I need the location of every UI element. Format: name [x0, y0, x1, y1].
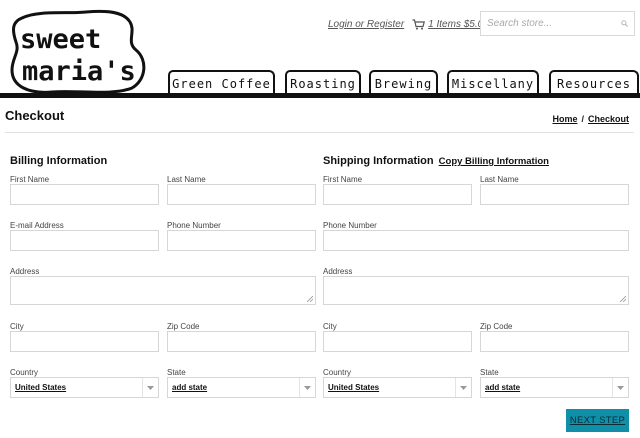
breadcrumb-current[interactable]: Checkout [588, 114, 629, 124]
shipping-last-name-field[interactable] [480, 184, 629, 205]
billing-address-textarea[interactable] [10, 276, 316, 305]
billing-zip-label: Zip Code [167, 322, 200, 331]
billing-last-name-label: Last Name [167, 175, 206, 184]
shipping-phone-input[interactable] [324, 231, 628, 250]
breadcrumb-separator: / [581, 114, 584, 124]
logo-blob: sweet maria's [10, 9, 146, 94]
shipping-first-name-label: First Name [323, 175, 363, 184]
shipping-zip-input[interactable] [481, 332, 628, 351]
chevron-down-icon [460, 385, 467, 390]
billing-city-input[interactable] [11, 332, 158, 351]
chevron-down-icon [304, 385, 311, 390]
page-title: Checkout [5, 108, 65, 123]
shipping-city-field[interactable] [323, 331, 472, 352]
billing-first-name-input[interactable] [11, 185, 158, 204]
billing-city-label: City [10, 322, 24, 331]
nav-tab-green-coffee[interactable]: Green Coffee [168, 70, 275, 94]
billing-state-label: State [167, 368, 186, 377]
billing-first-name-label: First Name [10, 175, 50, 184]
nav-tab-roasting[interactable]: Roasting [285, 70, 361, 94]
shipping-title-row: Shipping Information Copy Billing Inform… [323, 155, 549, 167]
site-logo[interactable]: sweet maria's [8, 8, 148, 94]
shipping-state-dropdown[interactable] [612, 378, 628, 397]
chevron-down-icon [147, 385, 154, 390]
resize-grip-icon[interactable] [307, 296, 313, 302]
nav-tab-resources[interactable]: Resources [549, 70, 639, 94]
billing-phone-input[interactable] [168, 231, 315, 250]
nav-tab-brewing[interactable]: Brewing [369, 70, 438, 94]
shipping-phone-label: Phone Number [323, 221, 377, 230]
cart-icon [412, 18, 426, 30]
shipping-city-label: City [323, 322, 337, 331]
site-header: sweet maria's Login or Register 1 Items … [0, 0, 640, 98]
shipping-country-dropdown[interactable] [455, 378, 471, 397]
billing-zip-input[interactable] [168, 332, 315, 351]
billing-email-label: E-mail Address [10, 221, 64, 230]
shipping-country-label: Country [323, 368, 352, 377]
shipping-city-input[interactable] [324, 332, 471, 351]
login-register-link[interactable]: Login or Register [328, 19, 404, 30]
billing-city-field[interactable] [10, 331, 159, 352]
breadcrumb: Home / Checkout [552, 114, 629, 124]
shipping-state-value: add state [485, 383, 521, 392]
header-bar [0, 93, 640, 98]
cart-summary[interactable]: 1 Items $5.00 [412, 19, 489, 30]
billing-state-select[interactable]: add state [167, 377, 316, 398]
billing-country-dropdown[interactable] [142, 378, 158, 397]
logo-text-line1: sweet [20, 24, 101, 55]
billing-country-value: United States [15, 383, 67, 392]
billing-state-dropdown[interactable] [299, 378, 315, 397]
shipping-country-value: United States [328, 383, 380, 392]
billing-zip-field[interactable] [167, 331, 316, 352]
copy-billing-link[interactable]: Copy Billing Information [439, 156, 549, 167]
nav-tab-miscellany[interactable]: Miscellany [447, 70, 539, 94]
shipping-address-label: Address [323, 267, 353, 276]
shipping-state-select[interactable]: add state [480, 377, 629, 398]
search-input[interactable] [487, 18, 621, 29]
shipping-last-name-input[interactable] [481, 185, 628, 204]
shipping-zip-field[interactable] [480, 331, 629, 352]
chevron-down-icon [617, 385, 624, 390]
billing-last-name-field[interactable] [167, 184, 316, 205]
shipping-country-select[interactable]: United States [323, 377, 472, 398]
logo-text-line2: maria's [22, 56, 136, 87]
shipping-address-textarea[interactable] [323, 276, 629, 305]
shipping-first-name-field[interactable] [323, 184, 472, 205]
breadcrumb-home[interactable]: Home [552, 114, 577, 124]
billing-country-select[interactable]: United States [10, 377, 159, 398]
billing-email-input[interactable] [11, 231, 158, 250]
billing-first-name-field[interactable] [10, 184, 159, 205]
resize-grip-icon[interactable] [620, 296, 626, 302]
billing-address-label: Address [10, 267, 40, 276]
shipping-zip-label: Zip Code [480, 322, 513, 331]
billing-last-name-input[interactable] [168, 185, 315, 204]
shipping-phone-field[interactable] [323, 230, 629, 251]
billing-phone-label: Phone Number [167, 221, 221, 230]
billing-email-field[interactable] [10, 230, 159, 251]
billing-title: Billing Information [10, 155, 108, 167]
billing-phone-field[interactable] [167, 230, 316, 251]
next-step-button[interactable]: NEXT STEP [566, 409, 629, 432]
billing-state-value: add state [172, 383, 208, 392]
search-icon[interactable] [621, 18, 628, 29]
shipping-title: Shipping Information [323, 155, 434, 167]
shipping-state-label: State [480, 368, 499, 377]
title-divider [5, 132, 634, 133]
account-links: Login or Register 1 Items $5.00 [328, 17, 489, 31]
search-box [480, 11, 635, 36]
billing-country-label: Country [10, 368, 39, 377]
shipping-last-name-label: Last Name [480, 175, 519, 184]
shipping-first-name-input[interactable] [324, 185, 471, 204]
